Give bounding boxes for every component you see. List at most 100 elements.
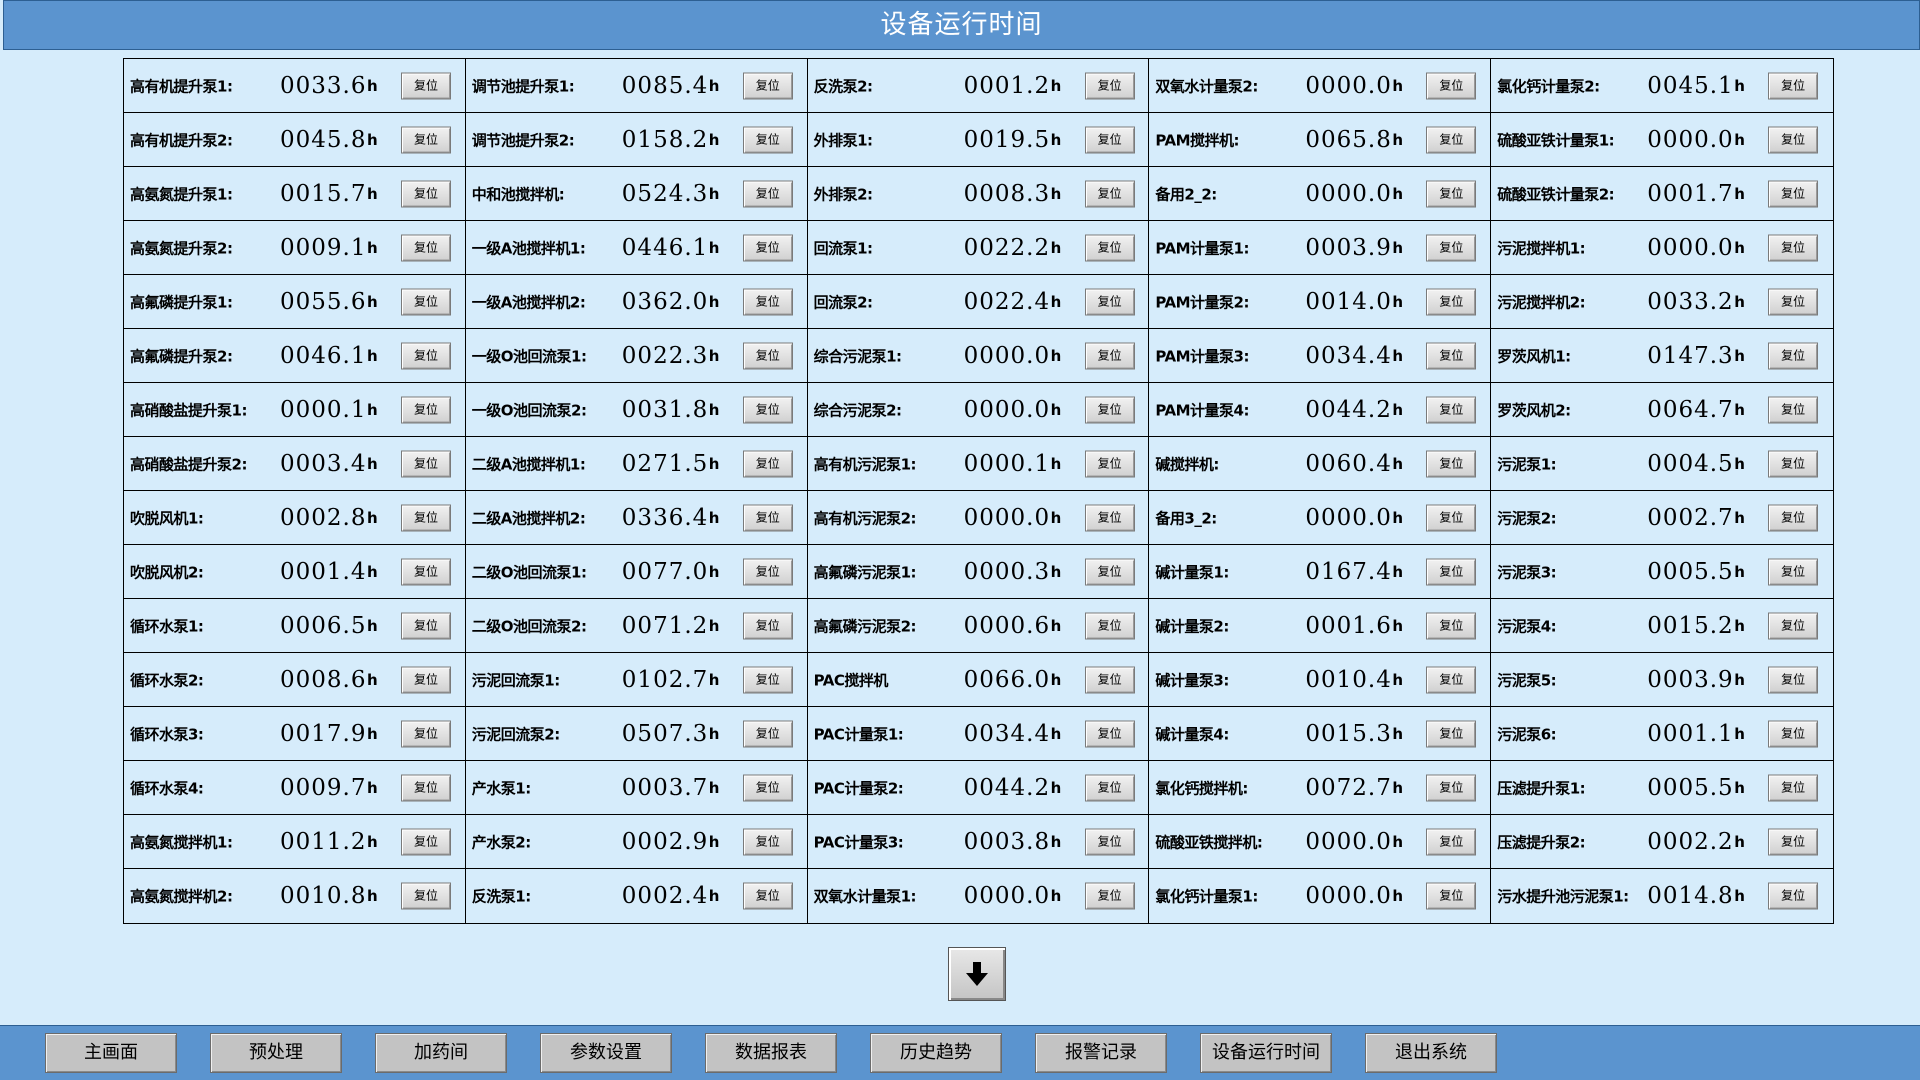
reset-button[interactable]: 复位 [401,720,451,747]
reset-button[interactable]: 复位 [1768,396,1819,423]
nav-button[interactable]: 加药间 [375,1033,507,1073]
reset-button[interactable]: 复位 [1426,828,1477,855]
reset-button[interactable]: 复位 [1084,342,1135,369]
reset-button[interactable]: 复位 [742,396,793,423]
reset-button[interactable]: 复位 [401,666,451,693]
nav-button[interactable]: 主画面 [45,1033,177,1073]
reset-button[interactable]: 复位 [1084,126,1135,153]
reset-button[interactable]: 复位 [742,558,793,585]
reset-button[interactable]: 复位 [1426,234,1477,261]
reset-button[interactable]: 复位 [1426,558,1477,585]
runtime-cell: 硫酸亚铁搅拌机: 0000.0 h 复位 [1149,815,1492,869]
reset-button[interactable]: 复位 [1768,612,1819,639]
equipment-label: PAM计量泵2: [1155,293,1249,311]
reset-button[interactable]: 复位 [401,288,451,315]
unit-label: h [1050,887,1062,905]
equipment-label: 产水泵2: [471,833,531,851]
reset-button[interactable]: 复位 [401,180,451,207]
reset-button[interactable]: 复位 [1768,774,1819,801]
reset-button[interactable]: 复位 [1768,126,1819,153]
reset-button[interactable]: 复位 [401,882,451,910]
reset-button[interactable]: 复位 [1084,396,1135,423]
reset-button[interactable]: 复位 [401,234,451,261]
reset-button[interactable]: 复位 [742,72,793,99]
unit-label: h [367,454,378,473]
reset-button[interactable]: 复位 [1084,720,1135,747]
reset-button[interactable]: 复位 [1084,450,1135,477]
reset-button[interactable]: 复位 [401,612,451,639]
reset-button[interactable]: 复位 [1426,666,1477,693]
reset-button[interactable]: 复位 [401,774,451,801]
reset-button[interactable]: 复位 [742,666,793,693]
reset-button[interactable]: 复位 [1426,342,1477,369]
reset-button[interactable]: 复位 [1426,450,1477,477]
reset-button[interactable]: 复位 [1768,882,1819,910]
reset-button[interactable]: 复位 [1084,288,1135,315]
reset-button[interactable]: 复位 [401,558,451,585]
runtime-cell: 回流泵2: 0022.4 h 复位 [807,275,1150,329]
reset-button[interactable]: 复位 [401,396,451,423]
reset-button[interactable]: 复位 [1768,342,1819,369]
reset-button[interactable]: 复位 [1768,288,1819,315]
nav-button[interactable]: 历史趋势 [870,1033,1002,1073]
reset-button[interactable]: 复位 [1768,666,1819,693]
reset-button[interactable]: 复位 [1084,774,1135,801]
reset-button[interactable]: 复位 [1768,504,1819,531]
reset-button[interactable]: 复位 [1768,720,1819,747]
reset-button[interactable]: 复位 [1084,180,1135,207]
reset-button[interactable]: 复位 [401,450,451,477]
runtime-cell: PAC计量泵2: 0044.2 h 复位 [807,761,1150,815]
reset-button[interactable]: 复位 [1084,612,1135,639]
reset-button[interactable]: 复位 [401,504,451,531]
reset-button[interactable]: 复位 [1768,72,1819,99]
reset-button[interactable]: 复位 [742,234,793,261]
runtime-cell: 氯化钙计量泵2: 0045.1 h 复位 [1491,59,1833,113]
nav-button[interactable]: 数据报表 [705,1033,837,1073]
reset-button[interactable]: 复位 [1426,612,1477,639]
reset-button[interactable]: 复位 [1426,72,1477,99]
runtime-cell: 一级A池搅拌机2: 0362.0 h 复位 [465,275,808,329]
scroll-down-button[interactable] [948,947,1006,1001]
reset-button[interactable]: 复位 [742,612,793,639]
reset-button[interactable]: 复位 [1426,882,1477,910]
nav-button[interactable]: 退出系统 [1365,1033,1497,1073]
reset-button[interactable]: 复位 [1768,450,1819,477]
reset-button[interactable]: 复位 [742,504,793,531]
reset-button[interactable]: 复位 [1084,558,1135,585]
reset-button[interactable]: 复位 [742,450,793,477]
reset-button[interactable]: 复位 [1426,126,1477,153]
reset-button[interactable]: 复位 [1426,720,1477,747]
reset-button[interactable]: 复位 [742,774,793,801]
reset-button[interactable]: 复位 [1426,180,1477,207]
reset-button[interactable]: 复位 [1426,396,1477,423]
reset-button[interactable]: 复位 [1768,558,1819,585]
runtime-cell: 高硝酸盐提升泵1: 0000.1 h 复位 [124,383,466,437]
reset-button[interactable]: 复位 [1084,504,1135,531]
reset-button[interactable]: 复位 [1768,180,1819,207]
reset-button[interactable]: 复位 [742,126,793,153]
nav-button[interactable]: 报警记录 [1035,1033,1167,1073]
reset-button[interactable]: 复位 [1426,774,1477,801]
reset-button[interactable]: 复位 [1084,666,1135,693]
reset-button[interactable]: 复位 [742,720,793,747]
reset-button[interactable]: 复位 [1084,234,1135,261]
nav-button[interactable]: 预处理 [210,1033,342,1073]
reset-button[interactable]: 复位 [1768,234,1819,261]
reset-button[interactable]: 复位 [1768,828,1819,855]
reset-button[interactable]: 复位 [742,882,793,910]
nav-button[interactable]: 参数设置 [540,1033,672,1073]
reset-button[interactable]: 复位 [1426,288,1477,315]
reset-button[interactable]: 复位 [401,828,451,855]
reset-button[interactable]: 复位 [742,288,793,315]
reset-button[interactable]: 复位 [1084,72,1135,99]
reset-button[interactable]: 复位 [1084,882,1135,910]
reset-button[interactable]: 复位 [742,828,793,855]
reset-button[interactable]: 复位 [742,180,793,207]
reset-button[interactable]: 复位 [401,126,451,153]
reset-button[interactable]: 复位 [401,72,451,99]
reset-button[interactable]: 复位 [742,342,793,369]
reset-button[interactable]: 复位 [401,342,451,369]
reset-button[interactable]: 复位 [1084,828,1135,855]
nav-button[interactable]: 设备运行时间 [1200,1033,1332,1073]
reset-button[interactable]: 复位 [1426,504,1477,531]
